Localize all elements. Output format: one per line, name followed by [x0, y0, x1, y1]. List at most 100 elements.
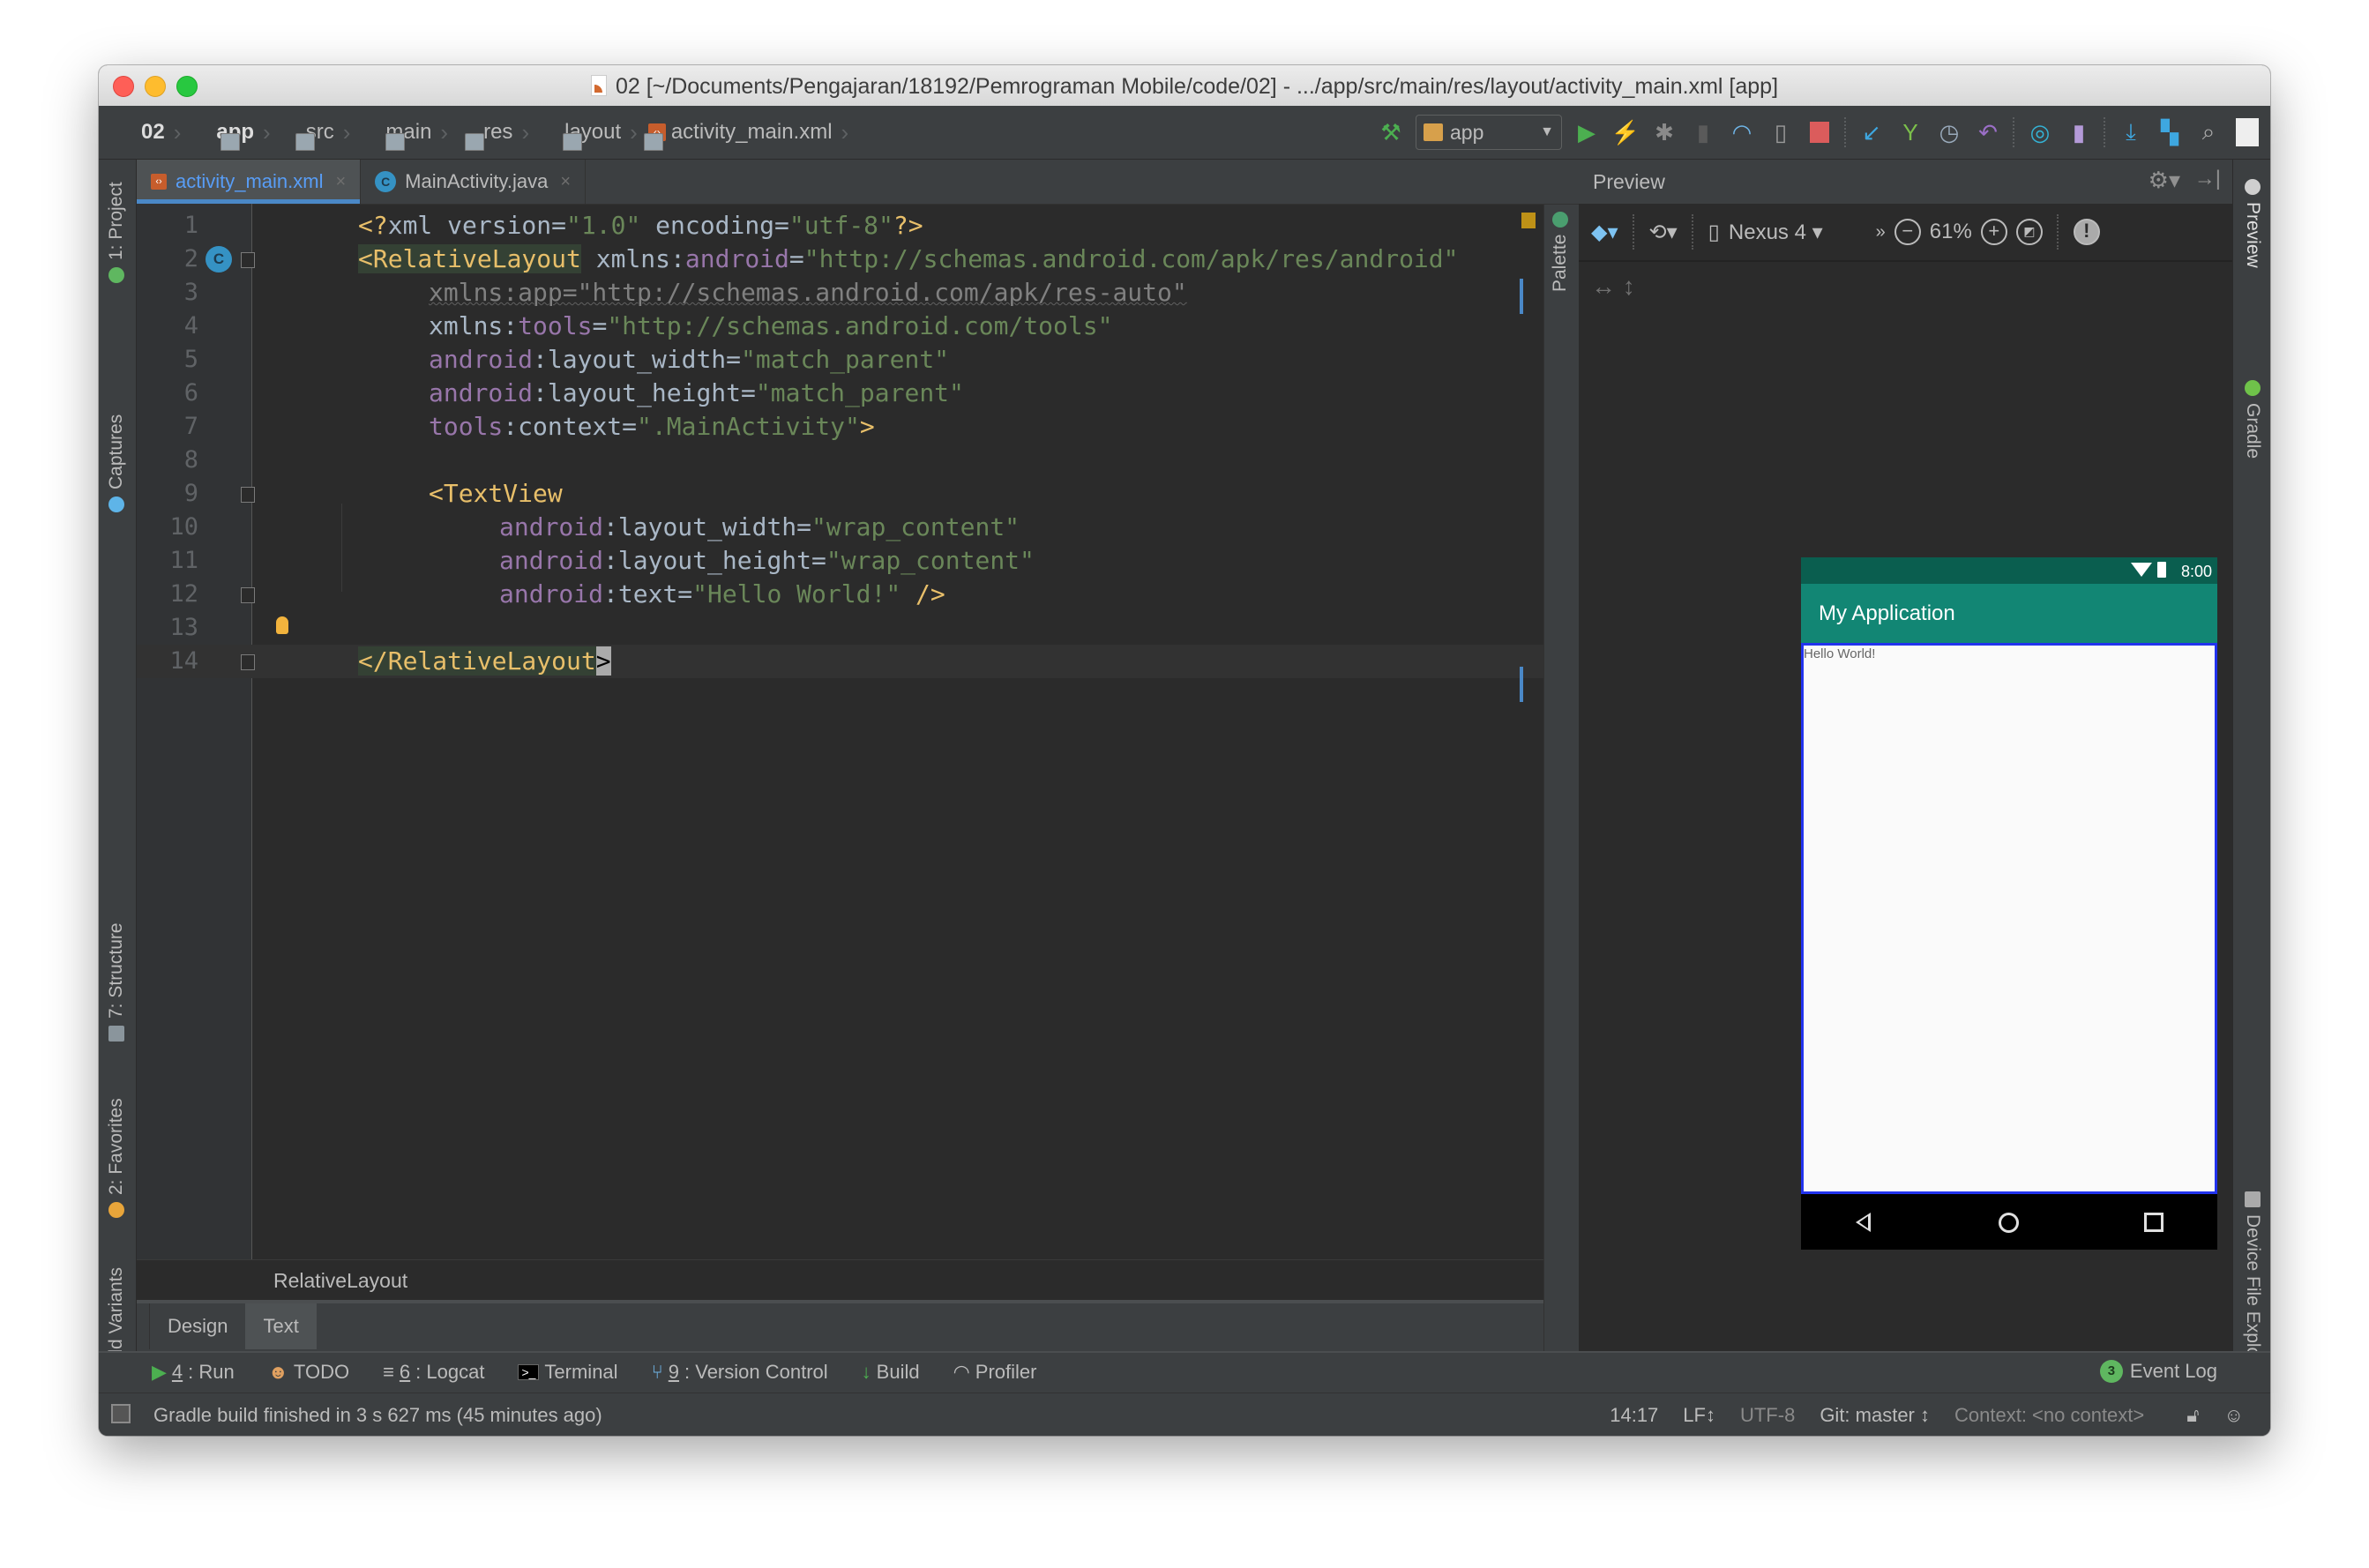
event-log-button[interactable]: 3 Event Log: [2099, 1360, 2217, 1383]
code-text: tools:context=".MainActivity">: [429, 412, 875, 441]
vcs-update-icon[interactable]: ↙: [1857, 118, 1886, 146]
user-icon[interactable]: [2233, 118, 2261, 146]
sync-gradle-icon[interactable]: ◎: [2026, 118, 2054, 146]
stop-icon[interactable]: [1805, 118, 1834, 146]
avd-manager-icon[interactable]: ▮: [2065, 118, 2093, 146]
tool-window-favorites[interactable]: 2: Favorites: [106, 1098, 127, 1218]
run-configuration-select[interactable]: app ▼: [1416, 115, 1562, 150]
tool-window-structure[interactable]: 7: Structure: [106, 922, 127, 1042]
search-icon[interactable]: ⌕: [2194, 118, 2223, 146]
tool-profiler[interactable]: ◠ Profiler: [953, 1361, 1037, 1384]
breadcrumb-item[interactable]: layout ›: [534, 119, 664, 151]
make-project-icon[interactable]: ⚒: [1377, 118, 1405, 146]
dropdown-arrow-icon: ▼: [1540, 124, 1554, 139]
profile-icon[interactable]: ◠: [1728, 118, 1756, 146]
todo-icon: ☻: [267, 1361, 288, 1383]
relative-layout-selection[interactable]: Hello World!: [1801, 643, 2217, 1194]
code-line: 11 android:layout_height="wrap_content": [137, 544, 1543, 578]
warning-icon[interactable]: !: [2073, 219, 2100, 245]
breadcrumb-item[interactable]: src ›: [276, 119, 405, 151]
code-line: 6 android:layout_height="match_parent": [137, 377, 1543, 410]
code-line: 2 C <RelativeLayout xmlns:android="http://…: [137, 243, 1543, 276]
warning-marker[interactable]: [1521, 213, 1536, 228]
code-line: 13: [137, 611, 1543, 645]
apply-changes-icon[interactable]: ⚡: [1611, 118, 1640, 146]
close-tab-icon[interactable]: ×: [560, 172, 571, 192]
related-class-gutter-icon[interactable]: C: [206, 246, 232, 273]
more-icon[interactable]: »: [1876, 222, 1886, 243]
zoom-fit-icon[interactable]: ◩: [2015, 219, 2043, 245]
xml-breadcrumb-item[interactable]: RelativeLayout: [273, 1269, 407, 1293]
caret-position[interactable]: 14:17: [1610, 1404, 1658, 1427]
run-icon[interactable]: ▶: [1573, 118, 1601, 146]
debug-icon[interactable]: ✱: [1650, 118, 1678, 146]
tool-window-preview[interactable]: Preview: [2242, 179, 2263, 268]
xml-breadcrumb-bar: RelativeLayout: [137, 1259, 1543, 1303]
project-structure-icon[interactable]: ▚: [2156, 118, 2184, 146]
tool-label: Build: [876, 1361, 920, 1383]
attach-debugger-icon[interactable]: ▮: [1689, 118, 1717, 146]
context-indicator[interactable]: Context: <no context>: [1954, 1404, 2144, 1427]
code-line: 10 android:layout_width="wrap_content": [137, 511, 1543, 544]
orientation-icon[interactable]: ⟲▾: [1649, 220, 1678, 245]
fold-icon[interactable]: [241, 252, 255, 268]
fold-icon[interactable]: [241, 654, 255, 670]
gear-icon[interactable]: ⚙▾: [2149, 167, 2180, 194]
zoom-out-icon[interactable]: −: [1894, 219, 1921, 245]
tool-label: Terminal: [544, 1361, 618, 1383]
tool-todo[interactable]: ☻ TODO: [268, 1361, 349, 1384]
tool-window-gradle[interactable]: Gradle: [2242, 380, 2263, 459]
git-branch[interactable]: Git: master ↕: [1820, 1404, 1930, 1427]
vcs-history-icon[interactable]: ◷: [1935, 118, 1963, 146]
tab-main-activity-java[interactable]: C MainActivity.java ×: [361, 160, 587, 204]
tool-terminal[interactable]: >_ Terminal: [518, 1361, 618, 1384]
device-select[interactable]: Nexus 4 ▾: [1729, 220, 1823, 245]
tool-logcat[interactable]: ≡ 6: Logcat: [383, 1361, 484, 1384]
status-message[interactable]: Gradle build finished in 3 s 627 ms (45 …: [153, 1404, 602, 1427]
line-number: 2: [183, 245, 198, 273]
palette-icon: [1552, 211, 1568, 228]
event-count-badge: 3: [2099, 1360, 2123, 1383]
fold-icon[interactable]: [241, 487, 255, 503]
tool-run[interactable]: ▶ 4: Run: [152, 1361, 235, 1384]
tool-version-control[interactable]: ⑂ 9: Version Control: [652, 1361, 828, 1384]
code-area[interactable]: 1 <?xml version="1.0" encoding="utf-8"?> …: [137, 204, 1543, 1260]
code-text: android:layout_width="wrap_content": [499, 512, 1020, 541]
tool-window-palette[interactable]: Palette: [1550, 211, 1571, 292]
breadcrumb-item[interactable]: main ›: [355, 119, 485, 151]
vcs-revert-icon[interactable]: ↶: [1974, 118, 2002, 146]
tool-window-captures[interactable]: Captures: [106, 414, 127, 512]
vcs-commit-icon[interactable]: Y: [1896, 118, 1924, 146]
toggle-tool-windows-icon[interactable]: [111, 1404, 131, 1423]
layers-icon[interactable]: ◆▾: [1591, 220, 1618, 245]
folder-icon: [644, 133, 664, 151]
preview-toolbar: ◆▾ ⟲▾ ▯ Nexus 4 ▾ » − 61% + ◩ !: [1579, 204, 2233, 262]
tool-build[interactable]: ↓ Build: [862, 1361, 920, 1384]
line-number: 4: [183, 312, 198, 340]
breadcrumb-item[interactable]: ‹› activity_main.xml ›: [643, 119, 854, 146]
lightbulb-icon[interactable]: [276, 616, 288, 634]
tool-window-project[interactable]: 1: Project: [106, 182, 127, 283]
star-icon: [108, 1202, 124, 1218]
line-separator[interactable]: LF↕: [1683, 1404, 1715, 1427]
code-text: <TextView: [429, 479, 563, 508]
device-debug-icon[interactable]: ▯: [1767, 118, 1795, 146]
tool-window-label: 7: Structure: [106, 922, 126, 1019]
breadcrumb-item[interactable]: 02 ›: [111, 119, 240, 151]
tab-activity-main-xml[interactable]: ‹› activity_main.xml ×: [137, 160, 362, 204]
vertical-resize-icon[interactable]: ↕: [1623, 273, 1635, 300]
code-text: <RelativeLayout xmlns:android="http://sc…: [358, 244, 1459, 273]
lock-icon[interactable]: 🔓︎: [2186, 1404, 2199, 1427]
fold-icon[interactable]: [241, 587, 255, 603]
tab-text[interactable]: Text: [245, 1303, 317, 1349]
tab-design[interactable]: Design: [149, 1303, 245, 1349]
sdk-manager-icon[interactable]: ⤓: [2117, 118, 2145, 146]
zoom-in-icon[interactable]: +: [1980, 219, 2007, 245]
hello-world-textview[interactable]: Hello World!: [1804, 646, 1875, 661]
device-preview[interactable]: 8:00 My Application Hello World!: [1801, 557, 2217, 1250]
hide-panel-icon[interactable]: →|: [2194, 167, 2221, 191]
horizontal-resize-icon[interactable]: ↔: [1591, 273, 1616, 300]
inspector-icon[interactable]: ☺: [2224, 1404, 2244, 1427]
close-tab-icon[interactable]: ×: [335, 172, 346, 192]
file-encoding[interactable]: UTF-8: [1740, 1404, 1795, 1427]
